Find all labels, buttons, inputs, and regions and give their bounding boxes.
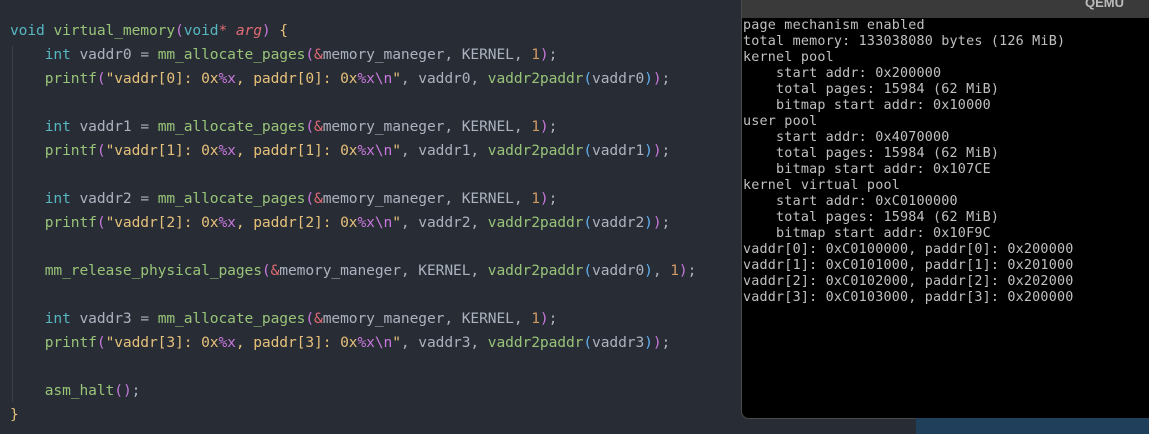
code-line[interactable]: int vaddr2 = mm_allocate_pages(&memory_m…: [10, 187, 558, 211]
window-title: QEMU: [1085, 0, 1124, 10]
code-line[interactable]: int vaddr1 = mm_allocate_pages(&memory_m…: [10, 115, 558, 139]
terminal-output-line: bitmap start addr: 0x107CE: [743, 162, 991, 177]
code-line[interactable]: printf("vaddr[0]: 0x%x, paddr[0]: 0x%x\n…: [10, 67, 671, 91]
terminal-output-line: total pages: 15984 (62 MiB): [743, 146, 1000, 161]
qemu-window[interactable]: QEMU page mechanism enabled total memory:…: [741, 0, 1149, 419]
code-line[interactable]: mm_release_physical_pages(&memory_manege…: [10, 259, 697, 283]
terminal-output-line: user pool: [743, 114, 818, 129]
code-line[interactable]: }: [10, 403, 19, 427]
terminal-output-line: total pages: 15984 (62 MiB): [743, 82, 1000, 97]
code-line[interactable]: printf("vaddr[2]: 0x%x, paddr[2]: 0x%x\n…: [10, 211, 671, 235]
code-line[interactable]: printf("vaddr[1]: 0x%x, paddr[1]: 0x%x\n…: [10, 139, 671, 163]
code-line[interactable]: asm_halt();: [10, 379, 141, 403]
terminal-output-line: start addr: 0x4070000: [743, 130, 950, 145]
code-editor[interactable]: void virtual_memory(void* arg) { int vad…: [0, 0, 745, 434]
terminal-output-line: vaddr[1]: 0xC0101000, paddr[1]: 0x201000: [743, 258, 1074, 273]
terminal-output-line: vaddr[0]: 0xC0100000, paddr[0]: 0x200000: [743, 242, 1074, 257]
terminal-output-line: total pages: 15984 (62 MiB): [743, 210, 1000, 225]
terminal-output-line: page mechanism enabled: [743, 18, 925, 33]
terminal-output-line: start addr: 0x200000: [743, 66, 942, 81]
qemu-terminal-screen[interactable]: page mechanism enabled total memory: 1330…: [742, 18, 1149, 418]
terminal-output-line: kernel virtual pool: [743, 178, 900, 193]
terminal-output-line: kernel pool: [743, 50, 834, 65]
code-line[interactable]: int vaddr0 = mm_allocate_pages(&memory_m…: [10, 43, 558, 67]
terminal-output-line: bitmap start addr: 0x10000: [743, 98, 991, 113]
terminal-output-line: bitmap start addr: 0x10F9C: [743, 226, 991, 241]
code-line[interactable]: int vaddr3 = mm_allocate_pages(&memory_m…: [10, 307, 558, 331]
code-line[interactable]: void virtual_memory(void* arg) {: [10, 19, 288, 43]
terminal-output-line: vaddr[2]: 0xC0102000, paddr[2]: 0x202000: [743, 274, 1074, 289]
terminal-output-line: vaddr[3]: 0xC0103000, paddr[3]: 0x200000: [743, 290, 1074, 305]
qemu-titlebar[interactable]: QEMU: [742, 0, 1149, 19]
terminal-output-line: total memory: 133038080 bytes (126 MiB): [743, 34, 1066, 49]
desktop-background: [916, 418, 1149, 434]
code-line[interactable]: printf("vaddr[3]: 0x%x, paddr[3]: 0x%x\n…: [10, 331, 671, 355]
terminal-output-line: start addr: 0xC0100000: [743, 194, 958, 209]
